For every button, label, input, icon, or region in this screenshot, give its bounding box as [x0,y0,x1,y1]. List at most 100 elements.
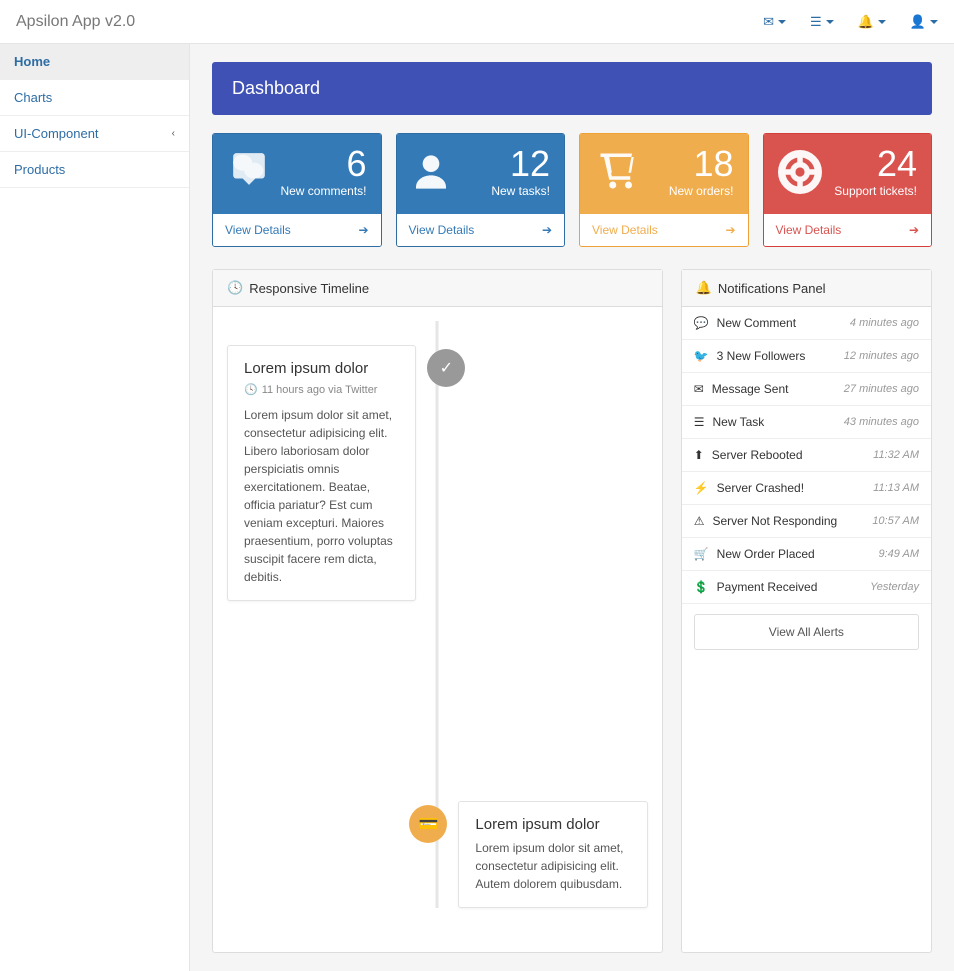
envelope-icon: ✉ [763,14,774,30]
stat-card-user: 12 New tasks! View Details ➔ [396,133,566,247]
timeline-header: 🕓 Responsive Timeline [213,270,662,307]
view-details-label: View Details [776,223,842,237]
view-details-label: View Details [225,223,291,237]
notification-label: Message Sent [712,382,789,396]
bell-icon: 🔔 [696,280,712,296]
timeline-card: Lorem ipsum dolor 🕓11 hours ago via Twit… [227,345,416,601]
user-menu[interactable]: 👤 [910,14,938,30]
timeline-title: Responsive Timeline [249,281,369,296]
notification-label: Payment Received [717,580,818,594]
timeline: ✓ Lorem ipsum dolor 🕓11 hours ago via Tw… [227,321,648,908]
clock-icon: 🕓 [227,280,243,296]
view-details-label: View Details [592,223,658,237]
top-nav-icons: ✉ ☰ 🔔 👤 [763,14,938,30]
view-details-link[interactable]: View Details ➔ [580,214,748,246]
upload-icon: ⬆ [694,448,704,462]
notification-list: 💬 New Comment 4 minutes ago 🐦 3 New Foll… [682,307,931,604]
stat-cards: 6 New comments! View Details ➔ 12 New ta… [212,133,932,247]
notification-item[interactable]: 🐦 3 New Followers 12 minutes ago [682,340,931,373]
sidebar: Home Charts UI-Component ‹ Products [0,44,190,971]
notification-time: 9:49 AM [878,548,919,560]
tasks-icon: ☰ [694,415,705,429]
card-top: 12 New tasks! [397,134,565,214]
sidebar-item-label: Products [14,162,65,177]
view-details-label: View Details [409,223,475,237]
stat-card-cart: 18 New orders! View Details ➔ [579,133,749,247]
view-all-alerts-button[interactable]: View All Alerts [694,614,919,650]
page-title: Dashboard [212,62,932,115]
notification-time: Yesterday [870,581,919,593]
notification-item[interactable]: ☰ New Task 43 minutes ago [682,406,931,439]
comments-icon [227,150,271,188]
app-title: Apsilon App v2.0 [16,13,135,31]
arrow-right-icon: ➔ [725,223,735,237]
notification-item[interactable]: 🛒 New Order Placed 9:49 AM [682,538,931,571]
top-nav: Apsilon App v2.0 ✉ ☰ 🔔 👤 [0,0,954,44]
notifications-header: 🔔 Notifications Panel [682,270,931,307]
notification-time: 4 minutes ago [850,317,919,329]
timeline-item-title: Lorem ipsum dolor [475,816,630,833]
notification-time: 11:13 AM [873,482,919,494]
notifications-title: Notifications Panel [718,281,826,296]
notification-time: 10:57 AM [872,515,919,527]
twitter-icon: 🐦 [694,349,709,363]
timeline-badge-card-icon: 💳 [409,805,447,843]
notification-label: New Comment [717,316,796,330]
timeline-panel: 🕓 Responsive Timeline ✓ Lorem ipsum dolo… [212,269,663,953]
card-top: 24 Support tickets! [764,134,932,214]
notifications-panel: 🔔 Notifications Panel 💬 New Comment 4 mi… [681,269,932,953]
view-details-link[interactable]: View Details ➔ [213,214,381,246]
notification-item[interactable]: 💬 New Comment 4 minutes ago [682,307,931,340]
notification-label: 3 New Followers [717,349,806,363]
sidebar-item-ui-component[interactable]: UI-Component ‹ [0,116,189,152]
timeline-badge-check-icon: ✓ [427,349,465,387]
sidebar-item-label: UI-Component [14,126,99,141]
notification-item[interactable]: ⬆ Server Rebooted 11:32 AM [682,439,931,472]
notification-item[interactable]: ✉ Message Sent 27 minutes ago [682,373,931,406]
lifering-icon [778,150,822,194]
card-top: 6 New comments! [213,134,381,214]
envelope-icon: ✉ [694,382,704,396]
notification-label: Server Crashed! [717,481,804,495]
arrow-right-icon: ➔ [909,223,919,237]
stat-card-lifering: 24 Support tickets! View Details ➔ [763,133,933,247]
comment-icon: 💬 [694,316,709,330]
money-icon: 💲 [694,580,709,594]
user-icon [411,150,451,194]
main-content: Dashboard 6 New comments! View Details ➔… [190,44,954,971]
cart-icon [594,150,642,192]
sidebar-item-products[interactable]: Products [0,152,189,188]
sidebar-item-charts[interactable]: Charts [0,80,189,116]
timeline-item-meta: 🕓11 hours ago via Twitter [244,383,399,396]
arrow-right-icon: ➔ [542,223,552,237]
timeline-item-body: Lorem ipsum dolor sit amet, consectetur … [244,406,399,586]
timeline-card: Lorem ipsum dolor Lorem ipsum dolor sit … [458,801,647,908]
notification-time: 43 minutes ago [844,416,919,428]
tasks-menu[interactable]: ☰ [810,14,834,30]
sidebar-item-label: Charts [14,90,52,105]
view-details-link[interactable]: View Details ➔ [397,214,565,246]
sidebar-item-label: Home [14,54,50,69]
notification-item[interactable]: ⚡ Server Crashed! 11:13 AM [682,472,931,505]
notification-label: New Task [712,415,764,429]
timeline-item: 💳 Lorem ipsum dolor Lorem ipsum dolor si… [458,801,647,908]
sidebar-item-home[interactable]: Home [0,44,189,80]
stat-card-comments: 6 New comments! View Details ➔ [212,133,382,247]
notification-time: 27 minutes ago [844,383,919,395]
chevron-left-icon: ‹ [172,128,175,139]
bell-icon: 🔔 [858,14,874,30]
view-details-link[interactable]: View Details ➔ [764,214,932,246]
notification-item[interactable]: 💲 Payment Received Yesterday [682,571,931,604]
clock-icon: 🕓 [244,383,258,396]
timeline-item-title: Lorem ipsum dolor [244,360,399,377]
user-icon: 👤 [910,14,926,30]
bolt-icon: ⚡ [694,481,709,495]
alerts-menu[interactable]: 🔔 [858,14,886,30]
notification-label: Server Not Responding [712,514,837,528]
notification-label: Server Rebooted [712,448,803,462]
notification-item[interactable]: ⚠ Server Not Responding 10:57 AM [682,505,931,538]
timeline-item-body: Lorem ipsum dolor sit amet, consectetur … [475,839,630,893]
notification-time: 11:32 AM [873,449,919,461]
cart-icon: 🛒 [694,547,709,561]
messages-menu[interactable]: ✉ [763,14,786,30]
